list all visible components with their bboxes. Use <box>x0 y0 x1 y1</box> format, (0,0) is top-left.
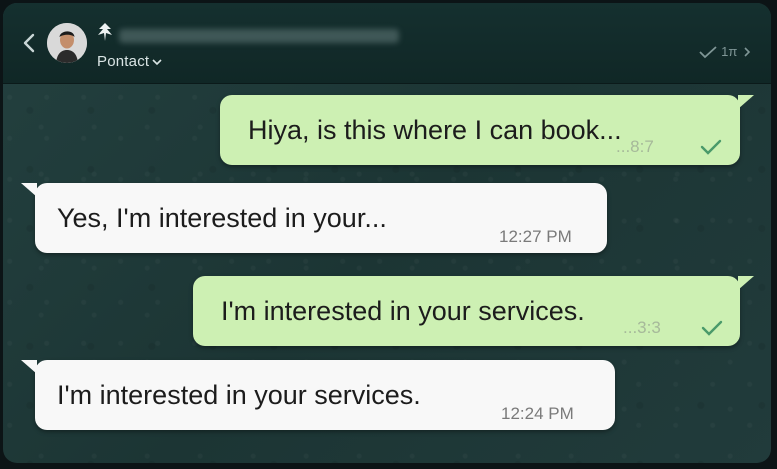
message-text: I'm interested in your services. <box>221 296 585 326</box>
chevron-down-icon <box>152 59 162 66</box>
message-time: 12:24 PM <box>501 404 574 423</box>
chat-header: Pontact 1π <box>3 3 771 84</box>
message-time: ...3:3 <box>623 318 661 337</box>
bubble-tail <box>738 95 754 109</box>
message-bubble-incoming[interactable]: I'm interested in your services. 12:24 P… <box>21 360 615 430</box>
header-status: 1π <box>698 43 751 59</box>
message-time: 12:27 PM <box>499 227 572 246</box>
contact-subtitle-label: Pontact <box>97 53 150 70</box>
header-status-text: 1π <box>721 44 738 60</box>
chevron-right-icon[interactable] <box>743 46 751 58</box>
avatar[interactable] <box>47 23 87 63</box>
message-bubble-incoming[interactable]: Yes, I'm interested in your... 12:27 PM <box>21 183 607 253</box>
avatar-photo <box>47 23 87 63</box>
check-icon <box>698 45 717 58</box>
check-icon <box>701 320 723 336</box>
message-text: I'm interested in your services. <box>57 380 421 410</box>
check-icon <box>700 139 722 155</box>
bubble-tail <box>738 276 754 290</box>
contact-subtitle[interactable]: Pontact <box>97 53 162 70</box>
message-text: Yes, I'm interested in your... <box>57 203 387 233</box>
chat-screen: Pontact 1π Hiya, is this where I can boo… <box>3 3 771 463</box>
bubble-tail <box>21 183 37 197</box>
message-time: ...8:7 <box>616 137 654 156</box>
message-bubble-outgoing[interactable]: I'm interested in your services. ...3:3 <box>193 276 754 346</box>
message-text: Hiya, is this where I can book... <box>248 115 622 145</box>
bubble-tail <box>21 360 37 374</box>
message-bubble-outgoing[interactable]: Hiya, is this where I can book... ...8:7 <box>220 95 754 165</box>
redacted-name <box>119 29 399 43</box>
chevron-left-icon[interactable] <box>21 31 37 55</box>
contact-logo-icon <box>98 23 112 41</box>
